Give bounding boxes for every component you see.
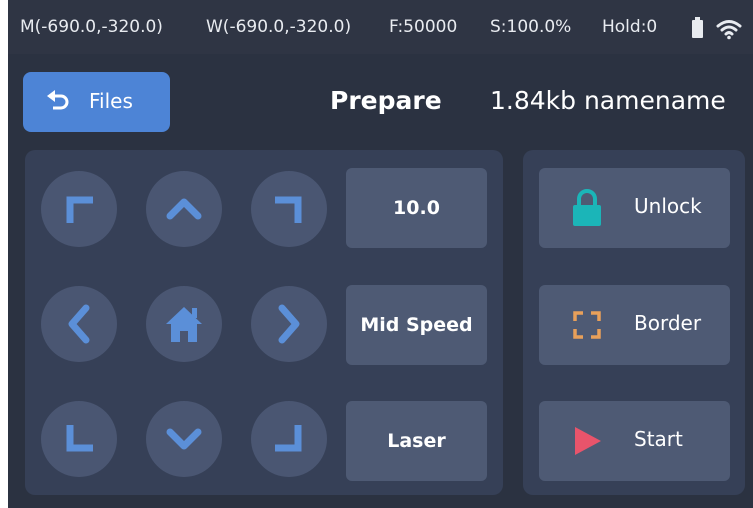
unlock-label: Unlock [634, 194, 702, 218]
jog-up-right-button[interactable] [251, 171, 327, 247]
page-title: Prepare [330, 86, 442, 115]
files-button[interactable]: Files [23, 72, 170, 132]
border-label: Border [634, 311, 702, 335]
jog-down-button[interactable] [146, 401, 222, 477]
play-icon [575, 427, 601, 455]
jog-down-left-button[interactable] [41, 401, 117, 477]
speed-percent: S:100.0% [490, 17, 572, 37]
back-arrow-icon [47, 90, 69, 110]
corner-up-right-icon [275, 196, 302, 223]
jog-left-button[interactable] [41, 286, 117, 362]
speed-mode-button[interactable]: Mid Speed [346, 285, 487, 365]
corner-up-left-icon [66, 196, 93, 223]
corner-down-left-icon [66, 425, 93, 452]
files-button-label: Files [89, 89, 133, 113]
chevron-down-icon [166, 428, 202, 450]
border-button[interactable]: Border [539, 285, 730, 365]
jog-home-button[interactable] [146, 286, 222, 362]
chevron-left-icon [68, 304, 90, 344]
file-info: 1.84kb namename [490, 86, 726, 115]
home-icon [166, 307, 202, 342]
border-frame-icon [573, 311, 601, 339]
jog-up-left-button[interactable] [41, 171, 117, 247]
tool-mode-button[interactable]: Laser [346, 401, 487, 481]
jog-right-button[interactable] [251, 286, 327, 362]
step-distance-button[interactable]: 10.0 [346, 168, 487, 248]
unlock-button[interactable]: Unlock [539, 168, 730, 248]
start-button[interactable]: Start [539, 401, 730, 481]
feed-rate: F:50000 [389, 17, 458, 37]
chevron-right-icon [278, 304, 300, 344]
jog-up-button[interactable] [146, 171, 222, 247]
wifi-icon [716, 20, 742, 40]
battery-icon [692, 17, 703, 38]
lock-icon [573, 189, 601, 226]
hold-status: Hold:0 [602, 17, 658, 37]
chevron-up-icon [166, 198, 202, 220]
screen: M(-690.0,-320.0) W(-690.0,-320.0) F:5000… [8, 0, 753, 508]
work-position: W(-690.0,-320.0) [206, 17, 352, 37]
start-label: Start [634, 427, 683, 451]
status-bar: M(-690.0,-320.0) W(-690.0,-320.0) F:5000… [8, 0, 753, 54]
machine-position: M(-690.0,-320.0) [20, 17, 163, 37]
corner-down-right-icon [275, 425, 302, 452]
jog-down-right-button[interactable] [251, 401, 327, 477]
